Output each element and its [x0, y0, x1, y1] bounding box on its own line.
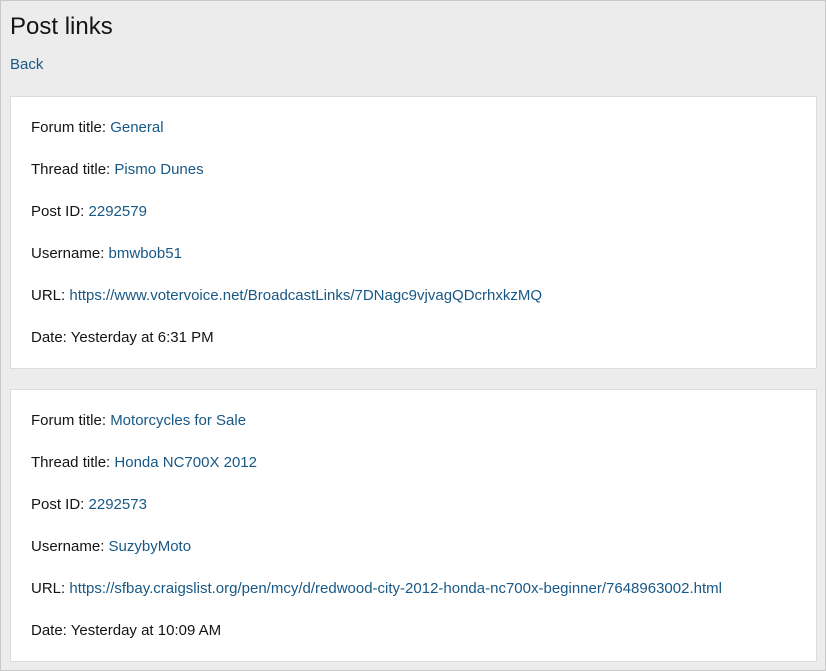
url-label: URL: — [31, 580, 66, 597]
date-label: Date: — [31, 329, 67, 346]
post-card-1: Forum title: General Thread title: Pismo… — [10, 96, 817, 369]
post-id-row: Post ID: 2292573 — [31, 496, 796, 514]
username-link[interactable]: SuzybyMoto — [109, 538, 192, 555]
username-row: Username: bmwbob51 — [31, 245, 796, 263]
page-title: Post links — [10, 13, 113, 40]
forum-title-label: Forum title: — [31, 119, 107, 136]
forum-title-row: Forum title: Motorcycles for Sale — [31, 412, 796, 430]
date-value: Yesterday at 10:09 AM — [70, 622, 222, 639]
url-row: URL: https://sfbay.craigslist.org/pen/mc… — [31, 580, 796, 598]
username-link[interactable]: bmwbob51 — [109, 245, 182, 262]
page-container: Post links Back Forum title: General Thr… — [1, 1, 825, 662]
forum-title-link[interactable]: General — [110, 119, 163, 136]
url-link[interactable]: https://sfbay.craigslist.org/pen/mcy/d/r… — [69, 580, 722, 597]
thread-title-label: Thread title: — [31, 161, 111, 178]
thread-title-row: Thread title: Honda NC700X 2012 — [31, 454, 796, 472]
url-link[interactable]: https://www.votervoice.net/BroadcastLink… — [69, 287, 542, 304]
post-id-link[interactable]: 2292573 — [89, 496, 147, 513]
date-label: Date: — [31, 622, 67, 639]
url-label: URL: — [31, 287, 66, 304]
date-row: Date: Yesterday at 10:09 AM — [31, 622, 796, 640]
thread-title-label: Thread title: — [31, 454, 111, 471]
post-card-2: Forum title: Motorcycles for Sale Thread… — [10, 389, 817, 662]
forum-title-row: Forum title: General — [31, 119, 796, 137]
thread-title-link[interactable]: Honda NC700X 2012 — [114, 454, 257, 471]
username-label: Username: — [31, 538, 105, 555]
forum-title-label: Forum title: — [31, 412, 107, 429]
post-id-label: Post ID: — [31, 496, 85, 513]
date-row: Date: Yesterday at 6:31 PM — [31, 329, 796, 347]
url-row: URL: https://www.votervoice.net/Broadcas… — [31, 287, 796, 305]
forum-title-link[interactable]: Motorcycles for Sale — [110, 412, 246, 429]
thread-title-link[interactable]: Pismo Dunes — [114, 161, 203, 178]
username-label: Username: — [31, 245, 105, 262]
post-id-row: Post ID: 2292579 — [31, 203, 796, 221]
date-value: Yesterday at 6:31 PM — [70, 329, 214, 346]
post-id-link[interactable]: 2292579 — [89, 203, 147, 220]
username-row: Username: SuzybyMoto — [31, 538, 796, 556]
thread-title-row: Thread title: Pismo Dunes — [31, 161, 796, 179]
back-link[interactable]: Back — [10, 56, 43, 74]
post-id-label: Post ID: — [31, 203, 85, 220]
